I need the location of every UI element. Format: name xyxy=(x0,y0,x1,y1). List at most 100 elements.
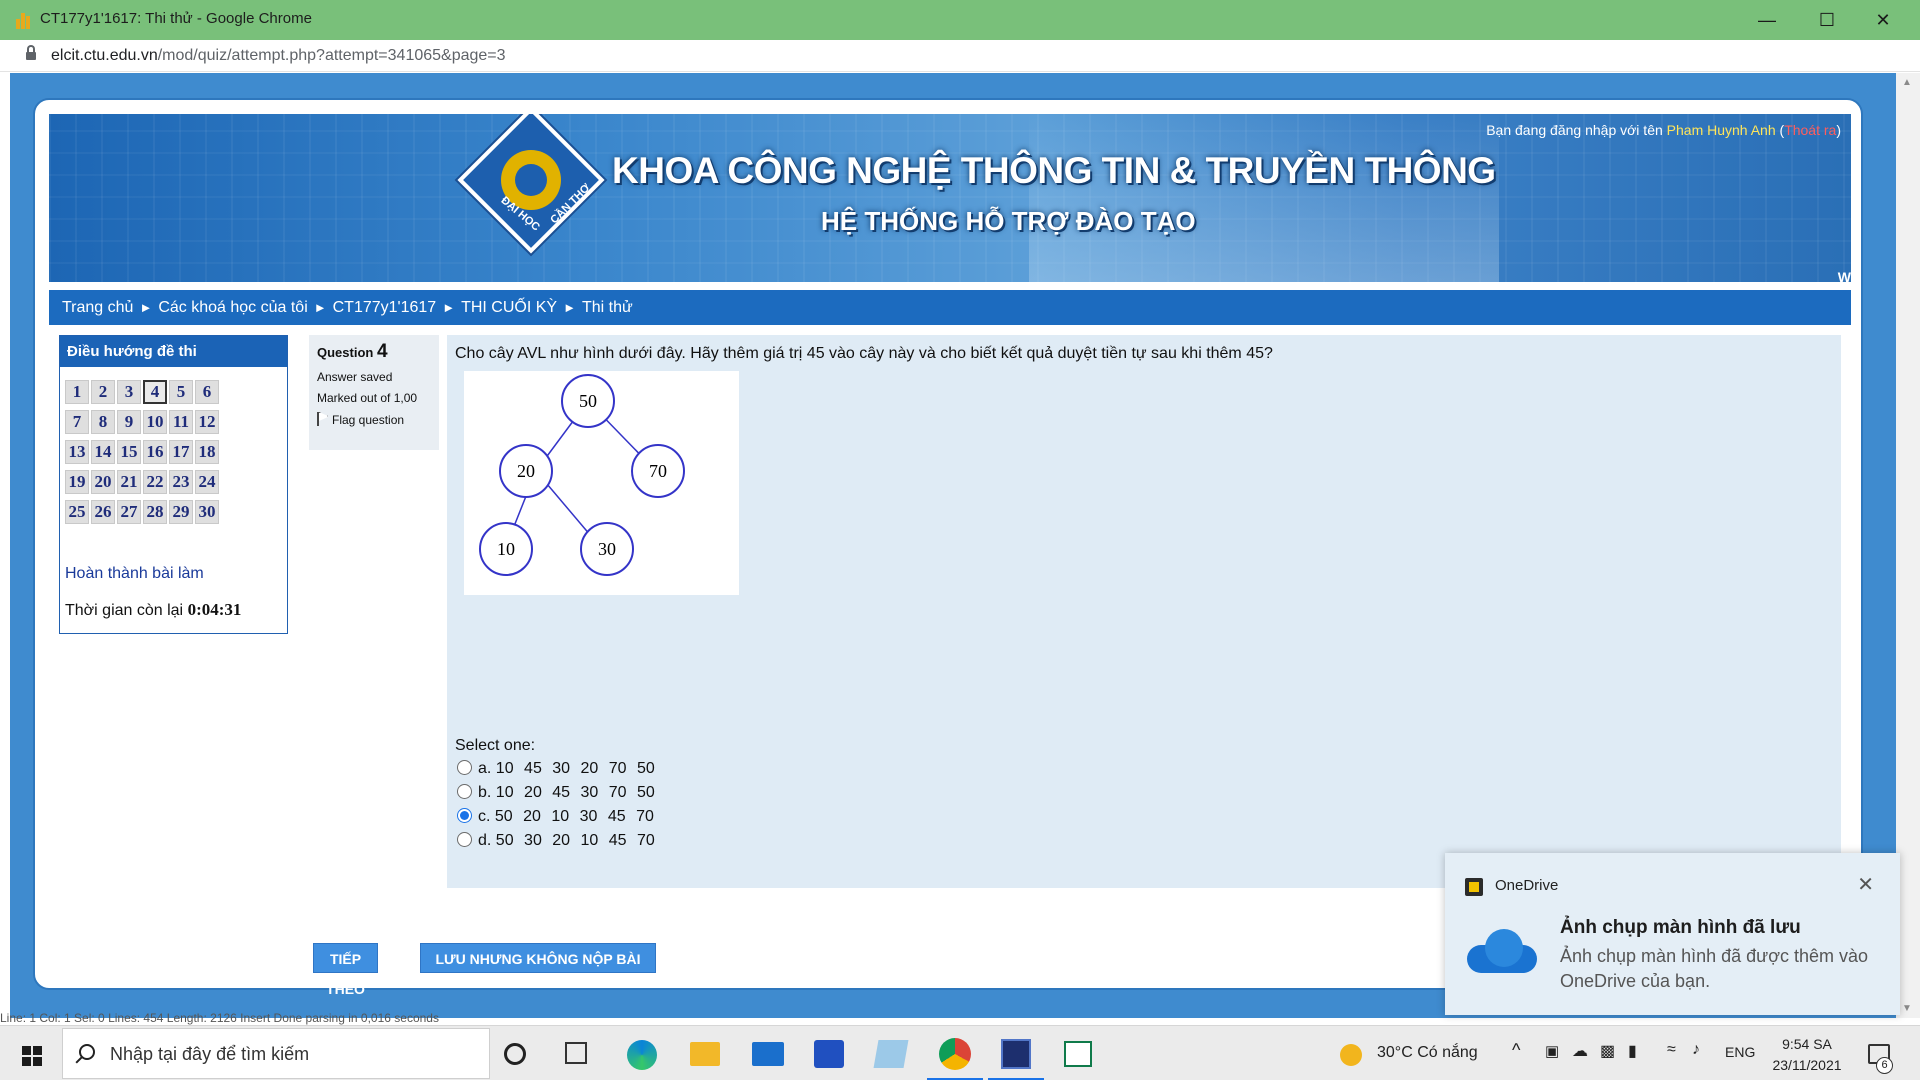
mail-icon[interactable] xyxy=(752,1042,784,1066)
weather-sun-icon[interactable] xyxy=(1340,1044,1362,1066)
cortana-icon[interactable] xyxy=(504,1043,526,1065)
svg-text:50: 50 xyxy=(579,391,597,411)
app-window-icon[interactable] xyxy=(1064,1041,1092,1067)
faculty-title: KHOA CÔNG NGHỆ THÔNG TIN & TRUYỀN THÔNG xyxy=(612,150,1496,191)
edge-icon[interactable] xyxy=(627,1040,657,1070)
notepad-icon[interactable] xyxy=(873,1040,909,1068)
answer-option[interactable]: d. 50 30 20 10 45 70 xyxy=(457,832,655,852)
address-bar[interactable]: elcit.ctu.edu.vn/mod/quiz/attempt.php?at… xyxy=(0,40,1920,72)
display-icon[interactable]: ▩ xyxy=(1600,1041,1615,1061)
question-info: Question 4 Answer saved Marked out of 1,… xyxy=(309,335,439,450)
finish-attempt-link[interactable]: Hoàn thành bài làm xyxy=(65,565,204,583)
question-nav-button[interactable]: 1 xyxy=(65,380,89,404)
answer-option[interactable]: b. 10 20 45 30 70 50 xyxy=(457,784,655,804)
wifi-icon[interactable]: ≈ xyxy=(1667,1041,1676,1059)
option-letter: a. xyxy=(478,760,492,777)
save-without-submit-button[interactable]: LƯU NHƯNG KHÔNG NỘP BÀI xyxy=(420,943,656,973)
question-nav-button[interactable]: 5 xyxy=(169,380,193,404)
moodle-favicon-icon xyxy=(16,11,34,29)
chevron-up-icon[interactable]: ^ xyxy=(1512,1040,1520,1061)
question-nav-button[interactable]: 3 xyxy=(117,380,141,404)
logout-link[interactable]: Thoát ra xyxy=(1784,122,1836,138)
question-nav-button[interactable]: 18 xyxy=(195,440,219,464)
question-nav-button[interactable]: 13 xyxy=(65,440,89,464)
close-button[interactable]: ✕ xyxy=(1852,0,1914,40)
weather-text[interactable]: 30°C Có nắng xyxy=(1377,1044,1478,1062)
taskbar: Nhập tại đây để tìm kiếm 30°C Có nắng ^ … xyxy=(0,1025,1920,1080)
question-nav-button[interactable]: 29 xyxy=(169,500,193,524)
lock-icon[interactable] xyxy=(26,45,36,62)
language-indicator[interactable]: ENG xyxy=(1725,1044,1755,1060)
tree-node: 50 xyxy=(561,374,615,428)
question-nav-button[interactable]: 23 xyxy=(169,470,193,494)
window-titlebar: CT177y1'1617: Thi thử - Google Chrome — … xyxy=(0,0,1920,40)
breadcrumb-final-exam[interactable]: THI CUỐI KỲ xyxy=(461,290,557,325)
question-nav-button[interactable]: 15 xyxy=(117,440,141,464)
question-nav-button[interactable]: 10 xyxy=(143,410,167,434)
answer-option[interactable]: c. 50 20 10 30 45 70 xyxy=(457,808,654,828)
question-nav-button[interactable]: 19 xyxy=(65,470,89,494)
radio-button[interactable] xyxy=(457,760,472,775)
file-explorer-icon[interactable] xyxy=(690,1042,720,1066)
question-nav-button[interactable]: 28 xyxy=(143,500,167,524)
question-nav-button[interactable]: 27 xyxy=(117,500,141,524)
scroll-down-arrow-icon[interactable]: ▼ xyxy=(1902,1003,1912,1014)
option-value: 50 20 10 30 45 70 xyxy=(494,808,654,825)
task-view-icon[interactable] xyxy=(565,1042,587,1064)
breadcrumb-course[interactable]: CT177y1'1617 xyxy=(333,290,437,325)
svg-text:70: 70 xyxy=(649,461,667,481)
question-nav-button[interactable]: 14 xyxy=(91,440,115,464)
option-letter: c. xyxy=(478,808,491,825)
radio-button[interactable] xyxy=(457,808,472,823)
question-nav-button[interactable]: 22 xyxy=(143,470,167,494)
flag-question[interactable]: Flag question xyxy=(317,412,431,427)
breadcrumb-separator-icon: ► xyxy=(442,300,456,315)
windows-start-icon[interactable] xyxy=(22,1046,42,1066)
meet-now-icon[interactable]: ▣ xyxy=(1545,1042,1559,1060)
maximize-button[interactable]: ☐ xyxy=(1796,0,1858,40)
user-link[interactable]: Pham Huynh Anh xyxy=(1667,122,1776,138)
onedrive-notification[interactable]: OneDrive ✕ Ảnh chụp màn hình đã lưu Ảnh … xyxy=(1445,853,1900,1015)
question-nav-button[interactable]: 8 xyxy=(91,410,115,434)
radio-button[interactable] xyxy=(457,832,472,847)
scroll-up-arrow-icon[interactable]: ▲ xyxy=(1902,77,1912,88)
question-nav-button[interactable]: 24 xyxy=(195,470,219,494)
option-letter: b. xyxy=(478,784,492,801)
radio-button[interactable] xyxy=(457,784,472,799)
next-page-button[interactable]: TIẾP THEO xyxy=(313,943,378,997)
question-nav-button[interactable]: 6 xyxy=(195,380,219,404)
clock[interactable]: 9:54 SA 23/11/2021 xyxy=(1762,1034,1852,1076)
url-text[interactable]: elcit.ctu.edu.vn/mod/quiz/attempt.php?at… xyxy=(51,47,506,65)
option-value: 10 45 30 20 70 50 xyxy=(495,760,655,777)
question-nav-button[interactable]: 7 xyxy=(65,410,89,434)
breadcrumb-home[interactable]: Trang chủ xyxy=(62,290,133,325)
question-nav-button[interactable]: 9 xyxy=(117,410,141,434)
question-nav-button[interactable]: 21 xyxy=(117,470,141,494)
question-nav-button[interactable]: 2 xyxy=(91,380,115,404)
question-nav-button[interactable]: 12 xyxy=(195,410,219,434)
taskbar-search-input[interactable]: Nhập tại đây để tìm kiếm xyxy=(62,1028,490,1079)
answer-option[interactable]: a. 10 45 30 20 70 50 xyxy=(457,760,655,780)
notification-count-badge: 6 xyxy=(1876,1057,1893,1074)
dev-cpp-icon[interactable] xyxy=(1001,1039,1031,1069)
question-nav-button[interactable]: 17 xyxy=(169,440,193,464)
question-nav-button[interactable]: 16 xyxy=(143,440,167,464)
question-nav-button[interactable]: 20 xyxy=(91,470,115,494)
onedrive-tray-icon[interactable]: ☁ xyxy=(1572,1041,1588,1061)
battery-icon[interactable]: ▮ xyxy=(1628,1041,1637,1061)
question-nav-button[interactable]: 25 xyxy=(65,500,89,524)
close-icon[interactable]: ✕ xyxy=(1857,872,1874,897)
question-nav-button[interactable]: 30 xyxy=(195,500,219,524)
breadcrumb-practice-test[interactable]: Thi thử xyxy=(582,290,633,325)
question-nav-button[interactable]: 4 xyxy=(143,380,167,404)
volume-icon[interactable]: ♪ xyxy=(1692,1041,1700,1059)
minimize-button[interactable]: — xyxy=(1736,0,1798,40)
flag-icon[interactable] xyxy=(317,412,329,426)
app-icon[interactable] xyxy=(814,1040,844,1068)
clock-time: 9:54 SA xyxy=(1782,1036,1832,1052)
flag-question-label[interactable]: Flag question xyxy=(332,413,404,427)
question-nav-button[interactable]: 11 xyxy=(169,410,193,434)
breadcrumb-my-courses[interactable]: Các khoá học của tôi xyxy=(158,290,307,325)
chrome-icon[interactable] xyxy=(939,1038,971,1070)
question-nav-button[interactable]: 26 xyxy=(91,500,115,524)
